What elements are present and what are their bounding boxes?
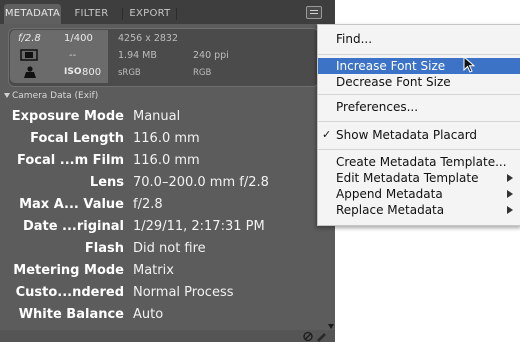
row-label: White Balance (18, 307, 124, 322)
tab-divider (122, 8, 123, 20)
metadata-panel: METADATA FILTER EXPORT f/2.8 1/400 -- IS… (0, 0, 335, 342)
metadata-row: Date ...riginal 1/29/11, 2:17:31 PM (0, 216, 330, 238)
submenu-arrow-icon (507, 206, 513, 214)
row-label: Exposure Mode (11, 109, 124, 124)
menu-item-increase-font-size[interactable]: Increase Font Size (318, 58, 520, 74)
row-label: Focal ...m Film (17, 153, 124, 168)
scroll-down-arrow-icon[interactable] (328, 324, 334, 329)
menu-separator (318, 94, 520, 95)
menu-separator (318, 149, 520, 150)
panel-menu-icon[interactable] (306, 6, 322, 19)
menu-item-replace-metadata[interactable]: Replace Metadata (318, 202, 520, 218)
row-value: f/2.8 (133, 197, 163, 212)
checkmark-icon: ✓ (322, 128, 332, 141)
menu-item-label: Increase Font Size (336, 59, 446, 73)
metadata-row: Focal Length 116.0 mm (0, 128, 330, 150)
metadata-row: Flash Did not fire (0, 238, 330, 260)
iso-value: 800 (82, 67, 102, 78)
row-value: Normal Process (133, 285, 234, 300)
row-label: Flash (84, 241, 124, 256)
color-profile: sRGB (118, 68, 141, 78)
panel-tab-bar: METADATA FILTER EXPORT (0, 0, 335, 24)
menu-item-show-metadata-placard[interactable]: ✓ Show Metadata Placard (318, 127, 520, 143)
menu-item-label: Replace Metadata (336, 203, 445, 217)
menu-item-label: Decrease Font Size (336, 75, 451, 89)
section-header-camera-data[interactable]: Camera Data (Exif) (0, 89, 335, 103)
row-label: Focal Length (30, 131, 124, 146)
exposure-mode-icon (24, 66, 36, 78)
aperture-value: f/2.8 (18, 33, 41, 44)
menu-separator (318, 54, 520, 55)
placard-dash: -- (69, 50, 77, 61)
panel-status-bar (0, 330, 335, 342)
row-label: Max A... Value (19, 197, 124, 212)
image-dimensions: 4256 x 2832 (118, 33, 179, 44)
menu-item-label: Append Metadata (336, 187, 443, 201)
metadata-row: Focal ...m Film 116.0 mm (0, 150, 330, 172)
row-label: Lens (89, 175, 124, 190)
row-value: Manual (133, 109, 181, 124)
tab-export[interactable]: EXPORT (126, 4, 174, 24)
panel-options-menu: Find... Increase Font Size Decrease Font… (317, 24, 520, 226)
menu-item-preferences[interactable]: Preferences... (318, 99, 520, 115)
metadata-row: White Balance Auto (0, 304, 330, 326)
tab-divider (176, 8, 177, 20)
menu-item-label: Show Metadata Placard (336, 128, 478, 142)
menu-separator (318, 121, 520, 122)
submenu-arrow-icon (507, 190, 513, 198)
shutter-value: 1/400 (64, 33, 93, 44)
metadata-row: Metering Mode Matrix (0, 260, 330, 282)
row-label: Metering Mode (13, 263, 124, 278)
row-label: Date ...riginal (22, 219, 124, 234)
metadata-row: Lens 70.0–200.0 mm f/2.8 (0, 172, 330, 194)
edit-disabled-icon (303, 331, 326, 342)
menu-item-label: Create Metadata Template... (336, 155, 507, 169)
tab-filter[interactable]: FILTER (66, 4, 117, 24)
file-size: 1.94 MB (118, 50, 157, 61)
metadata-row: Custo...ndered Normal Process (0, 282, 330, 304)
submenu-arrow-icon (507, 174, 513, 182)
row-value: Matrix (133, 263, 174, 278)
row-value: 70.0–200.0 mm f/2.8 (133, 175, 269, 190)
disclosure-triangle-icon[interactable] (4, 93, 10, 98)
row-value: Auto (133, 307, 164, 322)
section-title: Camera Data (Exif) (12, 91, 99, 101)
row-value: 116.0 mm (133, 153, 200, 168)
menu-item-label: Preferences... (336, 100, 419, 114)
menu-item-find[interactable]: Find... (318, 31, 520, 47)
row-value: 116.0 mm (133, 131, 200, 146)
color-mode: RGB (193, 68, 212, 78)
row-label: Custo...ndered (15, 285, 124, 300)
metadata-row: Max A... Value f/2.8 (0, 194, 330, 216)
resolution-ppi: 240 ppi (193, 50, 229, 61)
tab-metadata[interactable]: METADATA (4, 4, 61, 24)
metadata-row: Exposure Mode Manual (0, 106, 330, 128)
menu-item-create-metadata-template[interactable]: Create Metadata Template... (318, 154, 520, 170)
menu-item-append-metadata[interactable]: Append Metadata (318, 186, 520, 202)
metering-icon (20, 49, 38, 61)
row-value: 1/29/11, 2:17:31 PM (133, 219, 265, 234)
menu-item-edit-metadata-template[interactable]: Edit Metadata Template (318, 170, 520, 186)
iso-label: ISO (64, 67, 82, 77)
row-value: Did not fire (133, 241, 206, 256)
menu-item-label: Find... (336, 32, 373, 46)
mouse-pointer-icon (463, 56, 476, 73)
menu-item-label: Edit Metadata Template (336, 171, 479, 185)
menu-item-decrease-font-size[interactable]: Decrease Font Size (318, 74, 520, 90)
